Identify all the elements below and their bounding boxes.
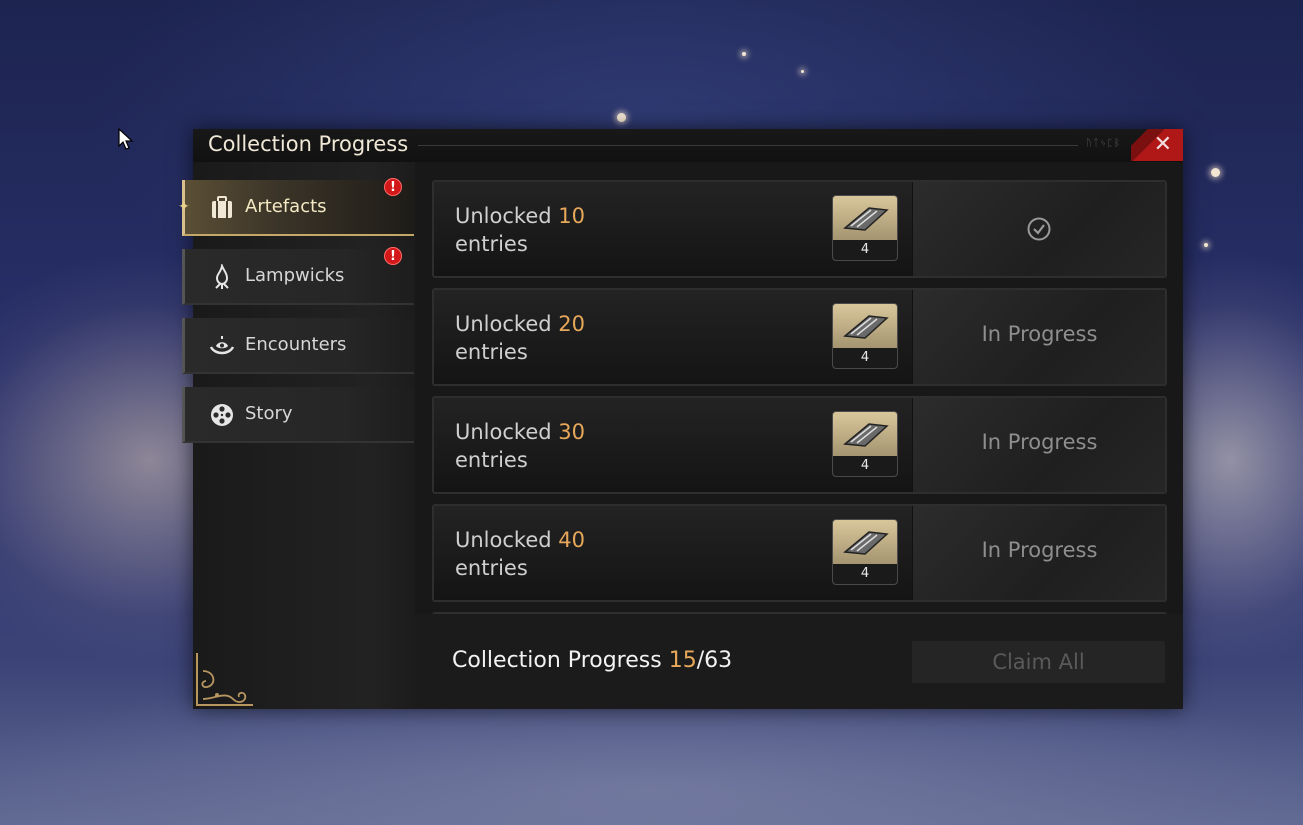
title-runes: ᚢᛏᛃᛈᛒ: [1086, 138, 1121, 149]
reward-quantity: 4: [833, 240, 897, 260]
tab-label: Lampwicks: [245, 265, 345, 286]
progress-current: 15: [668, 648, 697, 673]
milestone-count: 10: [558, 204, 585, 228]
reward-item[interactable]: 4: [832, 519, 898, 585]
milestone-row: Unlocked 10 entries 4: [432, 180, 1167, 278]
close-button[interactable]: ✕: [1131, 129, 1183, 161]
milestone-row: Unlocked 20 entries 4 In Progress: [432, 288, 1167, 386]
claim-all-button[interactable]: Claim All: [912, 641, 1165, 683]
status-label: In Progress: [981, 322, 1098, 346]
suitcase-icon: [212, 196, 232, 218]
milestone-description: Unlocked 20 entries: [455, 310, 585, 366]
milestone-prefix: Unlocked: [455, 312, 552, 336]
artefact-item-icon: [843, 423, 889, 447]
tab-label: Encounters: [245, 334, 347, 355]
milestone-status: [912, 182, 1165, 276]
milestone-prefix: Unlocked: [455, 420, 552, 444]
progress-total: 63: [704, 648, 733, 673]
milestone-count: 20: [558, 312, 585, 336]
milestone-prefix: Unlocked: [455, 528, 552, 552]
background-star: [617, 113, 626, 122]
tab-encounters[interactable]: Encounters: [182, 318, 414, 374]
reward-quantity: 4: [833, 348, 897, 368]
tab-label: Story: [245, 403, 293, 424]
flame-icon: [215, 264, 229, 289]
film-reel-icon: [211, 404, 233, 426]
tab-artefacts[interactable]: ✦ Artefacts !: [178, 178, 414, 236]
collection-progress-summary: Collection Progress 15/63: [452, 648, 732, 673]
background-star: [1211, 168, 1220, 177]
artefact-item-icon: [843, 531, 889, 555]
close-icon: ✕: [1153, 132, 1172, 157]
category-sidebar: ✦ Artefacts ! Lampwicks ! Encounters Sto…: [178, 162, 415, 709]
milestone-count: 30: [558, 420, 585, 444]
reward-item[interactable]: 4: [832, 303, 898, 369]
milestone-count: 40: [558, 528, 585, 552]
milestone-list[interactable]: Unlocked 10 entries 4 Unlocked 20 entrie…: [432, 180, 1167, 614]
milestone-suffix: entries: [455, 232, 528, 256]
reward-quantity: 4: [833, 456, 897, 476]
collection-progress-window: Collection Progress ᚢᛏᛃᛈᛒ ✕ ✦ Artefacts …: [178, 129, 1183, 709]
progress-separator: /: [696, 648, 705, 673]
milestone-description: Unlocked 30 entries: [455, 418, 585, 474]
active-tab-indicator-icon: ✦: [178, 199, 190, 215]
footer-label: Collection Progress: [452, 648, 662, 673]
artefact-item-icon: [843, 315, 889, 339]
reward-item[interactable]: 4: [832, 411, 898, 477]
milestone-description: Unlocked 10 entries: [455, 202, 585, 258]
milestone-status: In Progress: [912, 290, 1165, 384]
reward-quantity: 4: [833, 564, 897, 584]
milestone-prefix: Unlocked: [455, 204, 552, 228]
hand-eye-icon: [209, 336, 235, 355]
milestone-panel: Unlocked 10 entries 4 Unlocked 20 entrie…: [415, 162, 1183, 709]
artefact-item-icon: [843, 207, 889, 231]
milestone-suffix: entries: [455, 448, 528, 472]
tab-story[interactable]: Story: [182, 387, 414, 443]
alert-badge-icon: !: [384, 178, 402, 196]
status-label: In Progress: [981, 538, 1098, 562]
milestone-row: Unlocked 30 entries 4 In Progress: [432, 396, 1167, 494]
status-label: In Progress: [981, 430, 1098, 454]
background-star: [801, 70, 804, 73]
milestone-suffix: entries: [455, 556, 528, 580]
milestone-suffix: entries: [455, 340, 528, 364]
tab-lampwicks[interactable]: Lampwicks !: [182, 247, 414, 305]
milestone-status: In Progress: [912, 506, 1165, 600]
background-star: [1204, 243, 1208, 247]
tab-label: Artefacts: [245, 196, 327, 217]
corner-ornament-icon: [196, 653, 253, 706]
milestone-status: In Progress: [912, 398, 1165, 492]
collection-footer: Collection Progress 15/63 Claim All: [415, 614, 1183, 709]
window-title: Collection Progress: [208, 132, 409, 156]
claimed-check-icon: [1027, 217, 1051, 241]
title-bar: Collection Progress ᚢᛏᛃᛈᛒ ✕: [193, 129, 1183, 162]
reward-item[interactable]: 4: [832, 195, 898, 261]
milestone-row: Unlocked 40 entries 4 In Progress: [432, 504, 1167, 602]
title-divider: [418, 145, 1078, 146]
background-star: [742, 52, 746, 56]
alert-badge-icon: !: [384, 247, 402, 265]
milestone-description: Unlocked 40 entries: [455, 526, 585, 582]
